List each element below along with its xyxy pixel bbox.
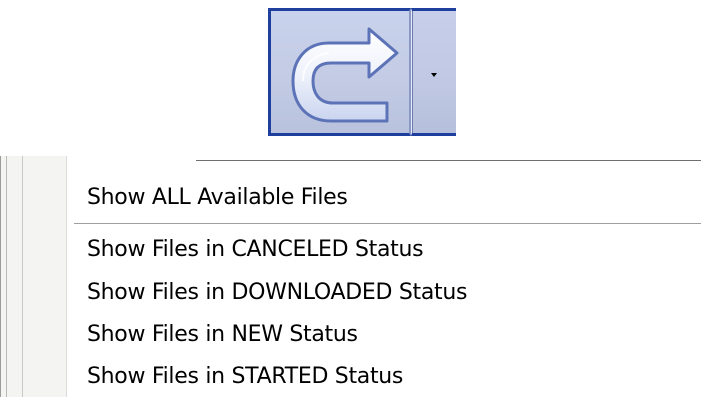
- menu-frame-edge: [6, 156, 7, 397]
- menu-separator: [74, 224, 701, 225]
- menu-item-show-all-files[interactable]: Show ALL Available Files: [87, 186, 348, 210]
- menu-item-canceled-status[interactable]: Show Files in CANCELED Status: [87, 238, 424, 262]
- menu-gutter: [0, 156, 67, 397]
- menu-item-new-status[interactable]: Show Files in NEW Status: [87, 323, 358, 347]
- split-divider: [412, 11, 413, 133]
- redo-dropdown-button[interactable]: [411, 8, 456, 136]
- menu-frame-edge: [22, 156, 23, 397]
- menu-item-downloaded-status[interactable]: Show Files in DOWNLOADED Status: [87, 281, 467, 305]
- redo-button[interactable]: [268, 8, 411, 136]
- redo-split-button[interactable]: [268, 8, 456, 136]
- redo-icon: [291, 27, 399, 123]
- menu-top-border: [196, 160, 701, 161]
- menu-frame-edge: [0, 156, 1, 397]
- file-filter-menu: Show ALL Available Files Show Files in C…: [0, 156, 701, 397]
- menu-item-started-status[interactable]: Show Files in STARTED Status: [87, 365, 403, 389]
- dropdown-arrow-icon: [431, 73, 437, 77]
